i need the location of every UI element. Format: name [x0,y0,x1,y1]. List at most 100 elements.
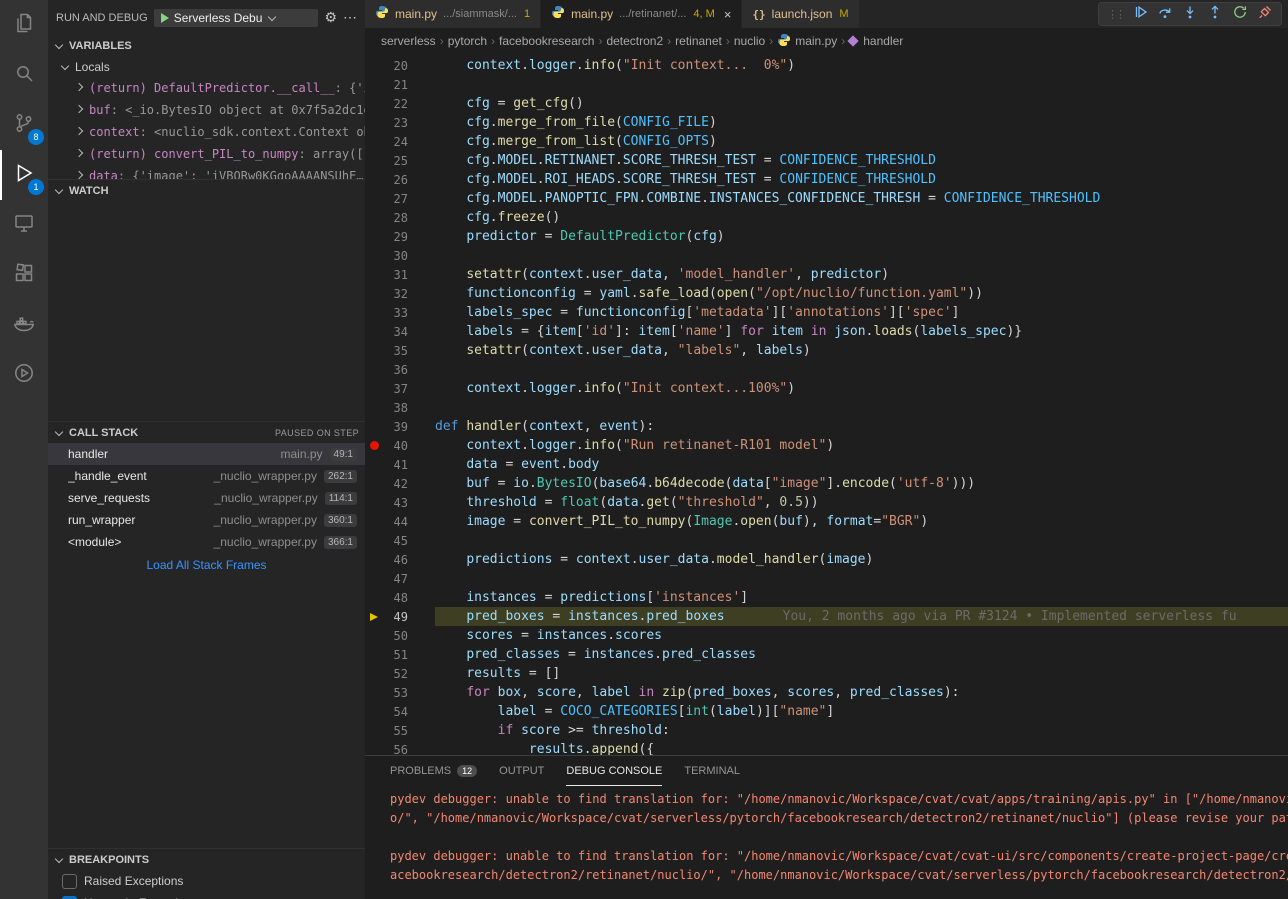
code-line-32[interactable]: 32 functionconfig = yaml.safe_load(open(… [365,284,1288,303]
activity-item-run-circle[interactable] [0,350,48,400]
close-icon[interactable]: × [724,7,732,22]
restart-button[interactable] [1232,4,1248,25]
variable-row[interactable]: data: {'image': 'iVBORw0KGgoAAAANSUhE… [48,165,365,179]
breakpoint-row[interactable]: Raised Exceptions [48,870,365,892]
breakpoints-label: BREAKPOINTS [69,854,149,866]
panel-tab-debug-console[interactable]: DEBUG CONSOLE [566,756,662,786]
continue-button[interactable] [1132,4,1148,25]
tab-launch.json-2[interactable]: {}launch.jsonM [742,0,859,28]
panel-tab-output[interactable]: OUTPUT [499,756,544,786]
code-line-28[interactable]: 28 cfg.freeze() [365,208,1288,227]
code-line-40[interactable]: 40 context.logger.info("Run retinanet-R1… [365,436,1288,455]
code-line-39[interactable]: 39def handler(context, event): [365,417,1288,436]
stack-frame-row[interactable]: run_wrapper_nuclio_wrapper.py360:1 [48,509,365,531]
code-line-44[interactable]: 44 image = convert_PIL_to_numpy(Image.op… [365,512,1288,531]
code-line-47[interactable]: 47 [365,569,1288,588]
more-actions-icon[interactable]: ⋯ [343,9,357,26]
stack-frame-row[interactable]: handlermain.py49:1 [48,443,365,465]
code-line-51[interactable]: 51 pred_classes = instances.pred_classes [365,645,1288,664]
variable-row[interactable]: context: <nuclio_sdk.context.Context obj… [48,121,365,143]
step-over-button[interactable] [1157,4,1173,25]
code-line-36[interactable]: 36 [365,360,1288,379]
code-line-23[interactable]: 23 cfg.merge_from_file(CONFIG_FILE) [365,113,1288,132]
code-line-46[interactable]: 46 predictions = context.user_data.model… [365,550,1288,569]
panel-tab-problems[interactable]: PROBLEMS12 [390,756,477,786]
start-debugging-icon[interactable] [161,13,169,23]
code-line-24[interactable]: 24 cfg.merge_from_list(CONFIG_OPTS) [365,132,1288,151]
call-stack-section-header[interactable]: CALL STACK PAUSED ON STEP [48,421,365,443]
watch-section-header[interactable]: WATCH [48,179,365,201]
activity-item-extensions[interactable] [0,250,48,300]
code-line-41[interactable]: 41 data = event.body [365,455,1288,474]
code-line-55[interactable]: 55 if score >= threshold: [365,721,1288,740]
activity-item-search[interactable] [0,50,48,100]
code-line-38[interactable]: 38 [365,398,1288,417]
code-line-22[interactable]: 22 cfg = get_cfg() [365,94,1288,113]
code-line-56[interactable]: 56 results.append({ [365,740,1288,755]
current-line-glyph[interactable] [365,613,383,621]
code-line-42[interactable]: 42 buf = io.BytesIO(base64.b64decode(dat… [365,474,1288,493]
code-line-37[interactable]: 37 context.logger.info("Init context...1… [365,379,1288,398]
code-line-25[interactable]: 25 cfg.MODEL.RETINANET.SCORE_THRESH_TEST… [365,151,1288,170]
code-line-54[interactable]: 54 label = COCO_CATEGORIES[int(label)]["… [365,702,1288,721]
tab-main.py-1[interactable]: main.py.../retinanet/...4, M× [541,0,742,28]
scope-locals[interactable]: Locals [48,57,365,77]
variable-row[interactable]: (return) convert_PIL_to_numpy: array([[[… [48,143,365,165]
code-editor[interactable]: 20 context.logger.info("Init context... … [365,54,1288,755]
breadcrumb-item-handler[interactable]: handler [849,34,903,48]
code-line-26[interactable]: 26 cfg.MODEL.ROI_HEADS.SCORE_THRESH_TEST… [365,170,1288,189]
code-text: instances = predictions['instances'] [435,588,1288,607]
activity-item-remote-explorer[interactable] [0,200,48,250]
breadcrumb-item-detectron2[interactable]: detectron2 [606,34,663,48]
toolbar-drag-handle[interactable]: ⋮⋮ [1107,8,1123,21]
code-line-53[interactable]: 53 for box, score, label in zip(pred_box… [365,683,1288,702]
code-line-27[interactable]: 27 cfg.MODEL.PANOPTIC_FPN.COMBINE.INSTAN… [365,189,1288,208]
activity-item-docker[interactable] [0,300,48,350]
code-line-20[interactable]: 20 context.logger.info("Init context... … [365,56,1288,75]
code-line-43[interactable]: 43 threshold = float(data.get("threshold… [365,493,1288,512]
breakpoint-glyph[interactable] [365,441,383,450]
breadcrumb-separator: › [491,34,495,48]
variable-row[interactable]: buf: <_io.BytesIO object at 0x7f5a2dc1ec… [48,99,365,121]
breadcrumb-item-nuclio[interactable]: nuclio [734,34,765,48]
code-line-30[interactable]: 30 [365,246,1288,265]
breadcrumb-item-main.py[interactable]: main.py [777,33,837,50]
tab-main.py-0[interactable]: main.py.../siammask/...1 [365,0,541,28]
code-line-33[interactable]: 33 labels_spec = functionconfig['metadat… [365,303,1288,322]
stack-frame-row[interactable]: serve_requests_nuclio_wrapper.py114:1 [48,487,365,509]
variables-section-header[interactable]: VARIABLES [48,35,365,57]
step-out-button[interactable] [1207,4,1223,25]
frame-file: _nuclio_wrapper.py [214,513,317,527]
breakpoints-section-header[interactable]: BREAKPOINTS [48,848,365,870]
code-line-34[interactable]: 34 labels = {item['id']: item['name'] fo… [365,322,1288,341]
breakpoint-row[interactable]: ✓Uncaught Exceptions [48,892,365,899]
code-line-48[interactable]: 48 instances = predictions['instances'] [365,588,1288,607]
disconnect-button[interactable] [1257,4,1273,25]
gear-icon[interactable]: ⚙ [324,9,337,26]
variable-row[interactable]: (return) DefaultPredictor.__call__: {'in… [48,77,365,99]
activity-item-source-control[interactable]: 8 [0,100,48,150]
activity-item-explorer[interactable] [0,0,48,50]
breadcrumb-item-serverless[interactable]: serverless [381,34,436,48]
activity-item-run-and-debug[interactable]: 1 [0,150,48,200]
breadcrumb-item-facebookresearch[interactable]: facebookresearch [499,34,594,48]
panel-tab-terminal[interactable]: TERMINAL [684,756,740,786]
breadcrumb-item-retinanet[interactable]: retinanet [675,34,722,48]
breakpoint-checkbox[interactable]: ✓ [62,896,77,899]
code-line-21[interactable]: 21 [365,75,1288,94]
debug-console-output[interactable]: pydev debugger: unable to find translati… [365,786,1288,899]
step-into-button[interactable] [1182,4,1198,25]
code-line-45[interactable]: 45 [365,531,1288,550]
stack-frame-row[interactable]: <module>_nuclio_wrapper.py366:1 [48,531,365,553]
code-line-50[interactable]: 50 scores = instances.scores [365,626,1288,645]
breakpoint-checkbox[interactable] [62,874,77,889]
launch-config-select[interactable]: Serverless Debu [154,9,319,27]
code-line-31[interactable]: 31 setattr(context.user_data, 'model_han… [365,265,1288,284]
code-line-52[interactable]: 52 results = [] [365,664,1288,683]
code-line-29[interactable]: 29 predictor = DefaultPredictor(cfg) [365,227,1288,246]
load-all-stack-frames-link[interactable]: Load All Stack Frames [48,553,365,577]
code-line-35[interactable]: 35 setattr(context.user_data, "labels", … [365,341,1288,360]
breadcrumb-item-pytorch[interactable]: pytorch [448,34,487,48]
code-line-49[interactable]: 49 pred_boxes = instances.pred_boxesYou,… [365,607,1288,626]
stack-frame-row[interactable]: _handle_event_nuclio_wrapper.py262:1 [48,465,365,487]
